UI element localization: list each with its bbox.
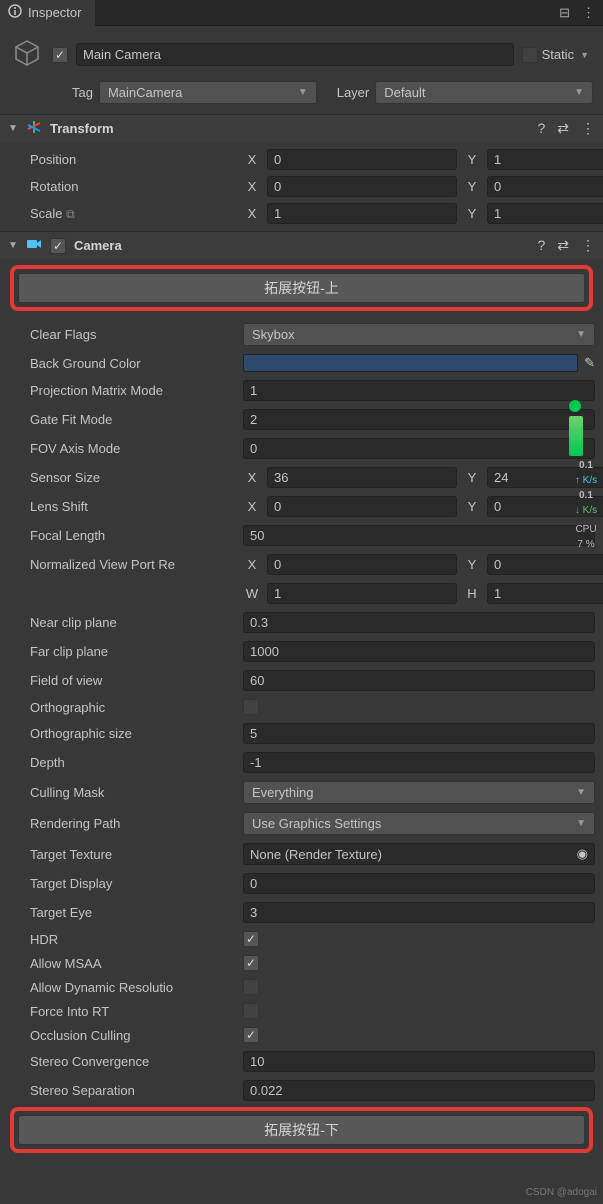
extend-button-bottom[interactable]: 拓展按钮-下 (18, 1115, 585, 1145)
rotation-x[interactable] (267, 176, 457, 197)
presets-icon[interactable]: ⇄ (557, 120, 569, 137)
occlusion-checkbox[interactable]: ✓ (243, 1027, 259, 1043)
tag-dropdown[interactable]: MainCamera▼ (99, 81, 317, 104)
target-eye[interactable] (243, 902, 595, 923)
position-x[interactable] (267, 149, 457, 170)
transform-foldout[interactable]: ▼ (8, 123, 18, 134)
layer-label: Layer (337, 85, 370, 100)
lock-icon[interactable]: ⊟ (559, 5, 570, 21)
clear-flags-dropdown[interactable]: Skybox▼ (243, 323, 595, 346)
extend-button-top[interactable]: 拓展按钮-上 (18, 273, 585, 303)
component-menu-icon[interactable]: ⋮ (581, 120, 595, 137)
sensor-x[interactable] (267, 467, 457, 488)
static-label: Static (542, 47, 575, 62)
camera-title: Camera (74, 238, 529, 253)
help-icon[interactable]: ? (537, 237, 545, 254)
perf-overlay: 0.1 ↑ K/s 0.1 ↓ K/s CPU 7 % (569, 396, 603, 554)
camera-foldout[interactable]: ▼ (8, 240, 18, 251)
msaa-checkbox[interactable]: ✓ (243, 955, 259, 971)
tab-menu-icon[interactable]: ⋮ (582, 5, 595, 21)
scale-x[interactable] (267, 203, 457, 224)
rendering-path-dropdown[interactable]: Use Graphics Settings▼ (243, 812, 595, 835)
stereo-separation[interactable] (243, 1080, 595, 1101)
transform-title: Transform (50, 121, 529, 136)
depth[interactable] (243, 752, 595, 773)
position-label: Position (30, 152, 243, 167)
eyedropper-icon[interactable]: ✎ (584, 355, 595, 371)
lens-x[interactable] (267, 496, 457, 517)
layer-dropdown[interactable]: Default▼ (375, 81, 593, 104)
presets-icon[interactable]: ⇄ (557, 237, 569, 254)
gameobject-enabled-checkbox[interactable]: ✓ (52, 47, 68, 63)
gameobject-icon (10, 36, 44, 73)
far-clip[interactable] (243, 641, 595, 662)
viewport-w[interactable] (267, 583, 457, 604)
scale-y[interactable] (487, 203, 603, 224)
transform-icon (26, 119, 42, 138)
viewport-h[interactable] (487, 583, 603, 604)
highlight-bottom: 拓展按钮-下 (10, 1107, 593, 1153)
fov[interactable] (243, 670, 595, 691)
ortho-size[interactable] (243, 723, 595, 744)
help-icon[interactable]: ? (537, 120, 545, 137)
bg-color-field[interactable] (243, 354, 578, 372)
fov-axis-mode[interactable] (243, 438, 595, 459)
orthographic-checkbox[interactable] (243, 699, 259, 715)
static-checkbox[interactable] (522, 47, 538, 63)
position-y[interactable] (487, 149, 603, 170)
near-clip[interactable] (243, 612, 595, 633)
inspector-tab[interactable]: Inspector (0, 0, 95, 26)
gate-fit-mode[interactable] (243, 409, 595, 430)
highlight-top: 拓展按钮-上 (10, 265, 593, 311)
force-rt-checkbox[interactable] (243, 1003, 259, 1019)
gameobject-name-field[interactable] (76, 43, 514, 66)
object-picker-icon[interactable]: ◉ (577, 846, 588, 862)
target-texture-field[interactable]: None (Render Texture)◉ (243, 843, 595, 865)
rotation-y[interactable] (487, 176, 603, 197)
viewport-y[interactable] (487, 554, 603, 575)
viewport-x[interactable] (267, 554, 457, 575)
watermark: CSDN @adogai (526, 1187, 597, 1198)
static-dropdown-arrow[interactable]: ▼ (580, 50, 589, 60)
camera-enabled-checkbox[interactable]: ✓ (50, 238, 66, 254)
hdr-checkbox[interactable]: ✓ (243, 931, 259, 947)
rotation-label: Rotation (30, 179, 243, 194)
dynamic-res-checkbox[interactable] (243, 979, 259, 995)
camera-icon (26, 236, 42, 255)
culling-mask-dropdown[interactable]: Everything▼ (243, 781, 595, 804)
scale-lock-icon[interactable]: ⧉ (66, 207, 75, 221)
tab-title: Inspector (28, 5, 81, 20)
stereo-convergence[interactable] (243, 1051, 595, 1072)
component-menu-icon[interactable]: ⋮ (581, 237, 595, 254)
scale-label: Scale ⧉ (30, 206, 243, 222)
info-icon (8, 4, 22, 21)
proj-matrix-mode[interactable] (243, 380, 595, 401)
tag-label: Tag (72, 85, 93, 100)
target-display[interactable] (243, 873, 595, 894)
focal-length[interactable] (243, 525, 595, 546)
